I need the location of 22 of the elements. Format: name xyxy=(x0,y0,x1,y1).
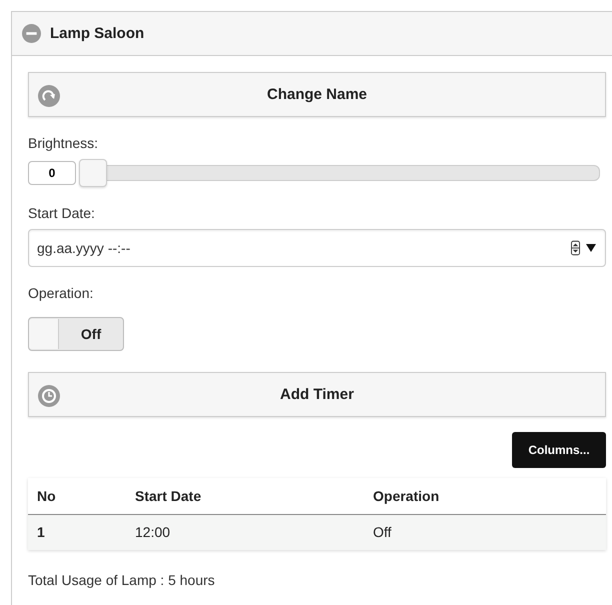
panel-header[interactable]: Lamp Saloon xyxy=(12,12,612,56)
slider-handle[interactable] xyxy=(79,159,107,187)
brightness-label: Brightness: xyxy=(28,135,100,151)
brightness-input[interactable]: 0 xyxy=(28,161,76,185)
brightness-slider[interactable] xyxy=(79,159,600,187)
table-cell: Off xyxy=(364,514,606,550)
refresh-icon xyxy=(38,85,60,107)
panel-title: Lamp Saloon xyxy=(50,25,144,42)
operation-toggle[interactable]: Off xyxy=(28,317,124,351)
table-cell: 1 xyxy=(28,514,126,550)
spinner-icon[interactable] xyxy=(571,240,580,256)
columns-button[interactable]: Columns... xyxy=(512,432,606,468)
start-date-label: Start Date: xyxy=(28,205,96,221)
total-usage-text: Total Usage of Lamp : 5 hours xyxy=(28,572,216,588)
dropdown-arrow-icon[interactable] xyxy=(586,244,596,252)
minus-icon xyxy=(22,24,41,43)
date-time-field[interactable]: gg.aa.yyyy --:-- xyxy=(28,229,606,267)
operation-label: Operation: xyxy=(28,285,94,301)
add-timer-button[interactable]: Add Timer xyxy=(28,372,606,417)
table-cell: 12:00 xyxy=(126,514,364,550)
change-name-button[interactable]: Change Name xyxy=(28,72,606,117)
clock-icon xyxy=(38,385,60,407)
